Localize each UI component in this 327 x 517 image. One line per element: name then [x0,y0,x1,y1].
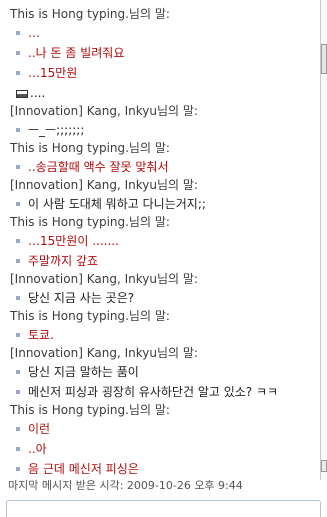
message-text: 주말까지 갚죠 [28,254,99,268]
message-item: …15만원이 ....... [10,231,320,251]
bullet-icon [16,71,20,75]
sender-line: [Innovation] Kang, Inkyu님의 말: [10,272,198,286]
bullet-icon [16,296,20,300]
message-text: 음 근데 메신저 피싱은 [28,462,139,476]
message-text: 토쿄. [28,328,54,342]
last-message-time: 마지막 메시지 받은 시각: 2009-10-26 오후 9:44 [8,479,243,492]
message-item: … [10,23,320,43]
message-text: ..아 [28,442,47,456]
message-text: …15만원 [28,66,78,80]
chat-window: This is Hong typing.님의 말: … ..나 돈 좀 빌려줘요 …1… [0,0,327,517]
message-text: ㅡ_ㅡ;;;;;;; [28,123,85,137]
message-item: 토쿄. [10,325,320,345]
message-item: 당신 지금 말하는 품이 [10,362,320,382]
message-text: 메신저 피싱과 굉장히 유사하단건 알고 있소? ㅋㅋ [28,385,279,399]
message-item: …15만원 [10,63,320,83]
bullet-icon [16,467,20,471]
bullet-icon [16,239,20,243]
message-text: … [28,26,40,40]
sender-line: [Innovation] Kang, Inkyu님의 말: [10,346,198,360]
scrollbar[interactable] [320,0,327,480]
message-text: …15만원이 ....... [28,234,119,248]
message-item: 당신 지금 사는 곳은? [10,288,320,308]
message-item: ㅡ_ㅡ;;;;;;; [10,120,320,140]
message-text: 당신 지금 사는 곳은? [28,291,135,305]
bullet-icon [16,390,20,394]
sender-line: [Innovation] Kang, Inkyu님의 말: [10,104,198,118]
sender-line: This is Hong typing.님의 말: [10,215,170,229]
emoticon-message: .... [10,83,320,103]
sender-line: This is Hong typing.님의 말: [10,403,170,417]
message-text: ..나 돈 좀 빌려줘요 [28,46,125,60]
message-text: ..송금할때 액수 잘못 맞춰서 [28,160,169,174]
scroll-position-marker[interactable] [321,460,327,472]
emoticon-icon [16,89,28,98]
message-text: 당신 지금 말하는 품이 [28,365,139,379]
message-item: 주말까지 갚죠 [10,251,320,271]
message-text: 이 사람 도대체 뭐하고 다니는거지;; [28,197,206,211]
bullet-icon [16,447,20,451]
scroll-thumb[interactable] [321,44,327,74]
sender-line: [Innovation] Kang, Inkyu님의 말: [10,178,198,192]
bullet-icon [16,202,20,206]
bullet-icon [16,31,20,35]
sender-line: This is Hong typing.님의 말: [10,7,170,21]
sender-line: This is Hong typing.님의 말: [10,309,170,323]
bullet-icon [16,427,20,431]
chat-log[interactable]: This is Hong typing.님의 말: … ..나 돈 좀 빌려줘요 …1… [0,6,320,476]
bullet-icon [16,333,20,337]
bullet-icon [16,165,20,169]
bullet-icon [16,128,20,132]
sender-line: This is Hong typing.님의 말: [10,141,170,155]
message-item: 이런 [10,419,320,439]
message-item: 음 근데 메신저 피싱은 [10,459,320,476]
emoticon-text: .... [30,86,46,100]
message-item: 이 사람 도대체 뭐하고 다니는거지;; [10,194,320,214]
message-input[interactable] [6,500,321,517]
bullet-icon [16,259,20,263]
message-item: ..아 [10,439,320,459]
message-item: ..나 돈 좀 빌려줘요 [10,43,320,63]
message-text: 이런 [28,422,51,436]
message-item: ..송금할때 액수 잘못 맞춰서 [10,157,320,177]
message-item: 메신저 피싱과 굉장히 유사하단건 알고 있소? ㅋㅋ [10,382,320,402]
bullet-icon [16,51,20,55]
bullet-icon [16,370,20,374]
